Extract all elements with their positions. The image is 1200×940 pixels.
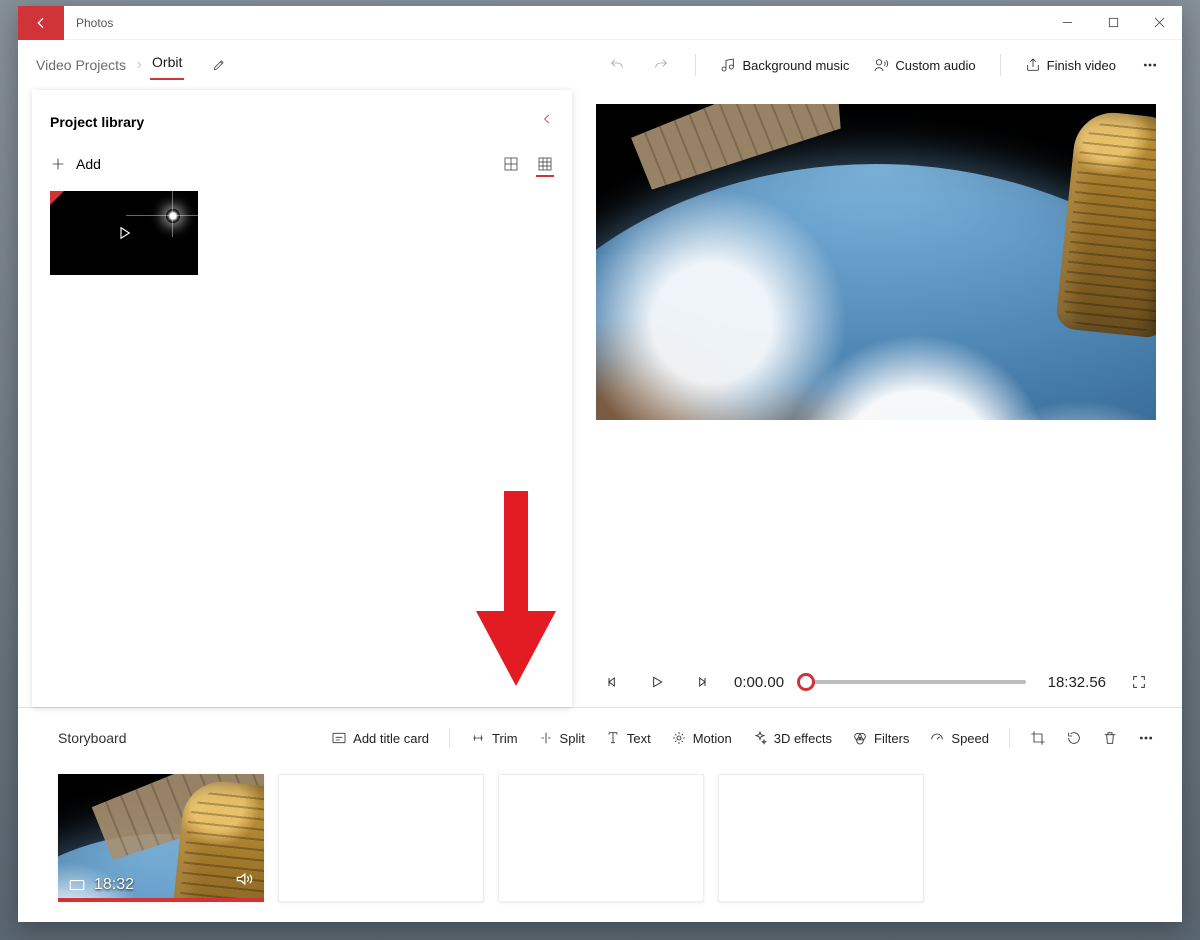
separator [695,54,696,76]
redo-icon [653,57,669,73]
redo-button[interactable] [645,53,677,77]
close-icon [1154,17,1165,28]
play-icon [649,674,665,690]
pencil-icon [212,58,226,72]
previous-frame-button[interactable] [602,671,624,693]
trash-icon [1102,730,1118,746]
grid-small-button[interactable] [536,159,554,177]
speed-button[interactable]: Speed [921,726,997,750]
fullscreen-button[interactable] [1128,671,1150,693]
total-time: 18:32.56 [1048,674,1106,691]
seek-handle[interactable] [797,673,815,691]
clip-volume-button[interactable] [234,869,254,894]
ellipsis-icon [1138,730,1154,746]
motion-button[interactable]: Motion [663,726,740,750]
motion-icon [671,730,687,746]
seek-slider[interactable] [806,680,1026,684]
music-icon [720,57,736,73]
storyboard-empty-slot[interactable] [498,774,704,902]
plus-icon [50,156,66,172]
undo-button[interactable] [601,53,633,77]
title-card-icon [331,730,347,746]
ellipsis-icon [1142,57,1158,73]
storyboard-more-button[interactable] [1130,726,1162,750]
split-button[interactable]: Split [530,726,593,750]
maximize-icon [1108,17,1119,28]
fullscreen-icon [1131,674,1147,690]
grid-2x2-icon [503,156,519,172]
rotate-icon [1066,730,1082,746]
app-title: Photos [64,16,113,30]
storyboard-empty-slot[interactable] [278,774,484,902]
current-time: 0:00.00 [734,674,784,691]
breadcrumb-root[interactable]: Video Projects [34,53,128,77]
separator [1000,54,1001,76]
grid-large-button[interactable] [502,155,520,173]
more-button[interactable] [1134,53,1166,77]
speed-icon [929,730,945,746]
trim-button[interactable]: Trim [462,726,526,750]
rotate-button[interactable] [1058,726,1090,750]
trim-icon [470,730,486,746]
duration-icon [68,876,86,894]
preview-column: 0:00.00 18:32.56 [596,90,1182,707]
export-icon [1025,57,1041,73]
chevron-left-icon [540,112,554,126]
volume-icon [234,869,254,889]
collapse-library-button[interactable] [540,112,554,131]
chevron-right-icon [134,57,144,73]
text-button[interactable]: Text [597,726,659,750]
resize-button[interactable] [1022,726,1054,750]
split-icon [538,730,554,746]
command-bar: Video Projects Orbit Background music [18,40,1182,90]
play-icon [115,224,133,242]
background-music-button[interactable]: Background music [714,53,855,77]
preview-image [596,104,1156,420]
3d-effects-button[interactable]: 3D effects [744,726,840,750]
text-icon [605,730,621,746]
close-button[interactable] [1136,6,1182,40]
delete-button[interactable] [1094,726,1126,750]
sparkle-icon [752,730,768,746]
clip-duration: 18:32 [94,876,134,894]
crop-icon [1030,730,1046,746]
breadcrumb-current[interactable]: Orbit [150,50,184,80]
storyboard-panel: Storyboard Add title card Trim Split Tex… [18,707,1182,922]
filters-icon [852,730,868,746]
arrow-left-icon [33,15,49,31]
grid-3x3-icon [537,156,553,172]
main-area: Project library Add [18,90,1182,707]
finish-video-button[interactable]: Finish video [1019,53,1122,77]
project-library-panel: Project library Add [32,90,572,707]
maximize-button[interactable] [1090,6,1136,40]
library-title: Project library [50,114,144,130]
add-title-card-button[interactable]: Add title card [323,726,437,750]
play-button[interactable] [646,671,668,693]
custom-audio-button[interactable]: Custom audio [867,53,981,77]
title-bar: Photos [18,6,1182,40]
rename-button[interactable] [204,54,234,76]
playback-controls: 0:00.00 18:32.56 [602,671,1150,693]
step-forward-icon [693,674,709,690]
add-media-button[interactable]: Add [50,156,101,172]
person-audio-icon [873,57,889,73]
next-frame-button[interactable] [690,671,712,693]
filters-button[interactable]: Filters [844,726,917,750]
storyboard-title: Storyboard [58,730,126,746]
storyboard-clip[interactable]: 18:32 [58,774,264,902]
undo-icon [609,57,625,73]
library-clip[interactable] [50,191,198,275]
app-window: Photos Video Projects Orbit [18,6,1182,922]
video-preview[interactable] [596,104,1156,420]
step-back-icon [605,674,621,690]
minimize-icon [1062,17,1073,28]
minimize-button[interactable] [1044,6,1090,40]
breadcrumb: Video Projects Orbit [34,50,234,80]
back-button[interactable] [18,6,64,40]
storyboard-empty-slot[interactable] [718,774,924,902]
